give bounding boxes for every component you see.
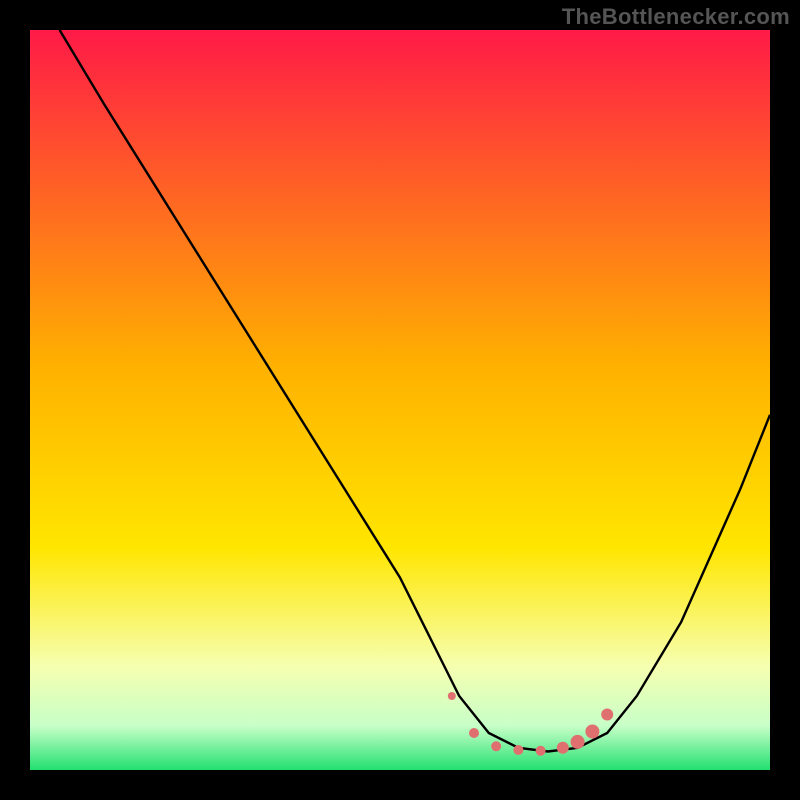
sweet-spot-point xyxy=(585,725,599,739)
sweet-spot-point xyxy=(491,741,501,751)
sweet-spot-point xyxy=(557,742,569,754)
watermark-text: TheBottlenecker.com xyxy=(562,4,790,30)
sweet-spot-point xyxy=(601,709,613,721)
sweet-spot-point xyxy=(513,745,523,755)
sweet-spot-point xyxy=(469,728,479,738)
sweet-spot-point xyxy=(571,735,585,749)
plot-area xyxy=(30,30,770,770)
sweet-spot-point xyxy=(536,746,546,756)
sweet-spot-point xyxy=(448,692,456,700)
chart-svg xyxy=(30,30,770,770)
chart-frame: TheBottlenecker.com xyxy=(0,0,800,800)
